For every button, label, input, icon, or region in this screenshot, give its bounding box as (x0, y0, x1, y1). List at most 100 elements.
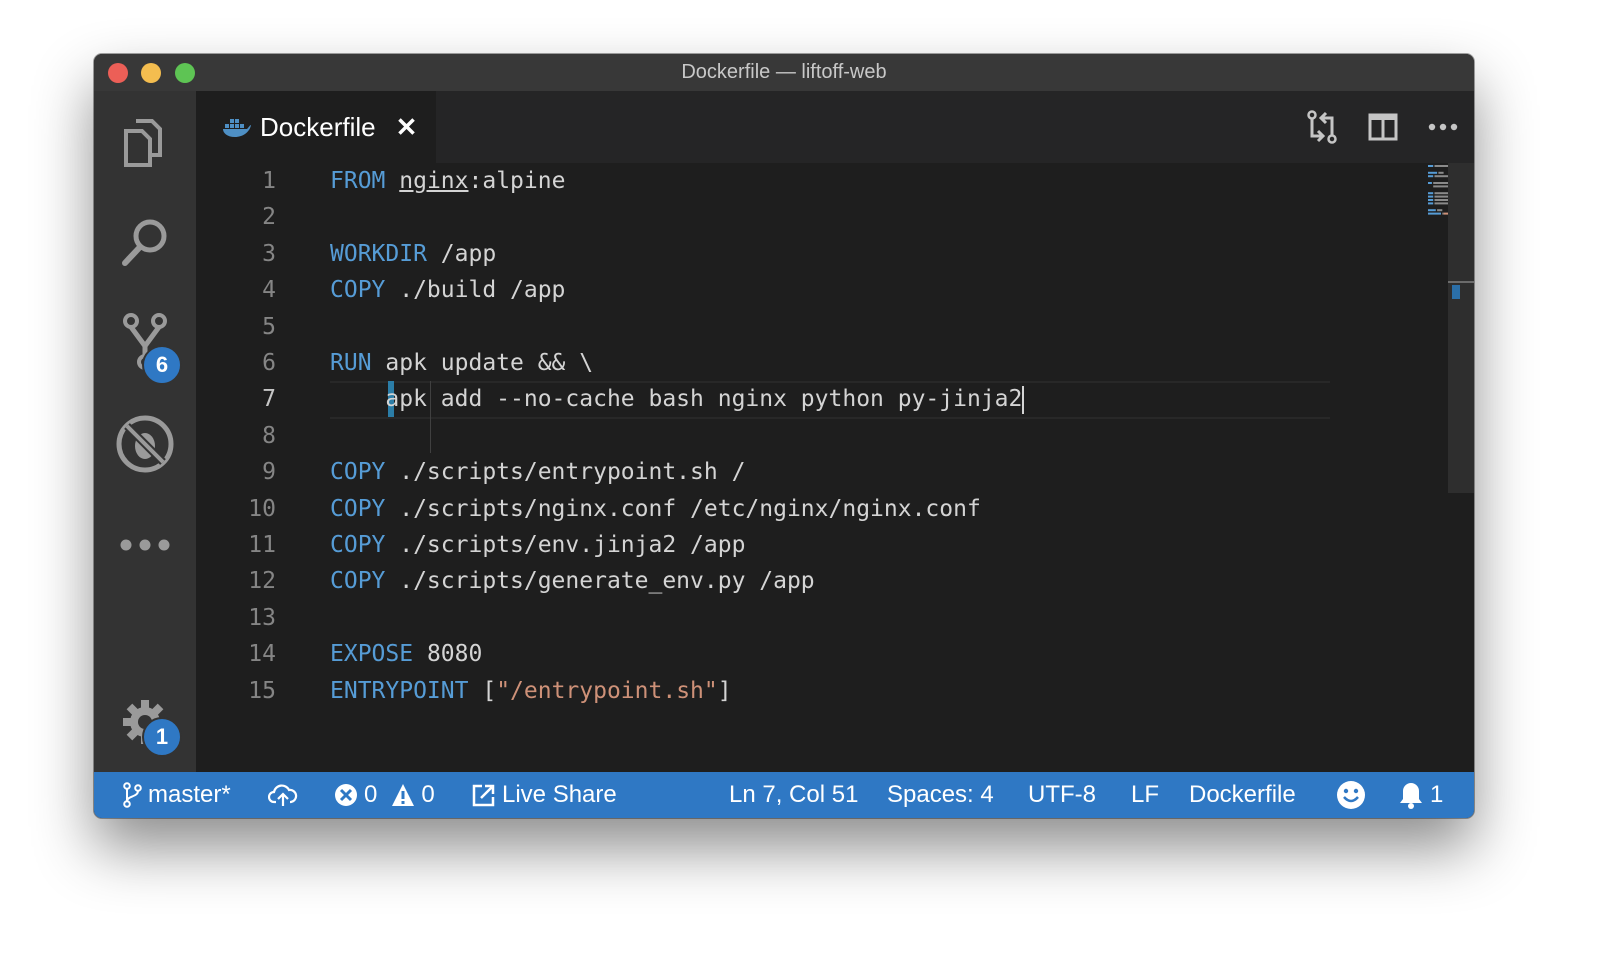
line-code: apk add --no-cache bash nginx python py-… (330, 381, 1025, 417)
minimap-token (1442, 212, 1444, 215)
docker-whale-icon (223, 119, 251, 137)
activity-bar: 6 1 (94, 91, 196, 772)
cursor-position-label: Ln 7, Col 51 (729, 781, 859, 808)
status-problems[interactable]: 0 0 (334, 772, 435, 818)
bell-icon (1400, 783, 1422, 809)
text-token: ./build /app (385, 277, 566, 304)
warning-icon (392, 784, 415, 806)
window-title: Dockerfile — liftoff-web (681, 61, 887, 83)
live-share-icon (472, 784, 495, 807)
minimap-token (1428, 175, 1434, 178)
status-eol[interactable]: LF (1131, 772, 1159, 818)
line-number: 5 (262, 313, 276, 340)
line-code: COPY ./build /app (330, 272, 565, 308)
activity-more[interactable] (94, 510, 196, 580)
text-token: 8080 (413, 641, 483, 668)
text-token: ./scripts/env.jinja2 /app (385, 532, 746, 558)
minimap-token (1428, 195, 1434, 198)
text-cursor (1022, 385, 1025, 414)
live-share-label: Live Share (502, 781, 617, 808)
status-bar: master* 0 0 Live Share Ln 7, Col 51 Spac… (94, 772, 1474, 818)
keyword-token: WORKDIR (330, 240, 427, 267)
text-token: ./scripts/entrypoint.sh / (385, 459, 746, 486)
activity-settings[interactable]: 1 (94, 687, 196, 757)
line-number: 2 (262, 204, 276, 231)
text-token: [ (468, 677, 497, 704)
keyword-token: EXPOSE (330, 641, 414, 668)
line-code: WORKDIR /app (330, 236, 496, 272)
status-sync[interactable] (268, 772, 298, 818)
keyword-token: RUN (330, 350, 372, 376)
files-icon (124, 119, 162, 167)
editor-actions (1306, 91, 1458, 163)
line-code: RUN apk update && \ (330, 345, 593, 381)
activity-search[interactable] (94, 207, 196, 277)
line-number: 10 (248, 495, 276, 522)
scrollbar-thumb[interactable] (1448, 163, 1474, 493)
notification-count: 1 (1430, 781, 1444, 808)
line-number: 7 (262, 386, 276, 413)
line-number: 12 (248, 568, 276, 595)
minimap-token (1428, 212, 1441, 215)
text-token: ./scripts/generate_env.py /app (385, 568, 815, 595)
text-token: apk add --no-cache bash nginx python py-… (330, 386, 1023, 413)
tab-label: Dockerfile (260, 111, 376, 142)
line-number: 11 (248, 532, 276, 558)
minimap-token (1428, 171, 1438, 174)
minimap-token (1428, 199, 1434, 201)
keyword-token: COPY (330, 532, 386, 558)
status-live-share[interactable]: Live Share (472, 772, 617, 818)
split-editor-icon[interactable] (1368, 113, 1398, 141)
language-label: Dockerfile (1189, 781, 1296, 808)
keyword-token: COPY (330, 495, 386, 522)
line-number: 14 (248, 641, 276, 668)
warning-count: 0 (421, 781, 435, 808)
activity-explorer[interactable] (94, 108, 196, 178)
more-actions-icon[interactable] (1428, 123, 1458, 131)
line-code: FROM nginx:alpine (330, 163, 565, 199)
string-token: "/entrypoint.sh" (496, 677, 718, 704)
line-number: 9 (262, 459, 276, 486)
line-code: EXPOSE 8080 (330, 636, 482, 672)
minimap-token (1437, 209, 1443, 212)
status-language[interactable]: Dockerfile (1189, 772, 1296, 818)
settings-badge: 1 (142, 717, 182, 757)
status-feedback[interactable] (1336, 772, 1366, 818)
eol-label: LF (1131, 781, 1160, 808)
activity-debug[interactable] (94, 409, 196, 479)
minimap-token (1428, 182, 1432, 184)
status-notifications[interactable]: 1 (1398, 772, 1443, 818)
text-token: nginx (399, 168, 469, 194)
line-code: COPY ./scripts/entrypoint.sh / (330, 454, 745, 490)
line-number: 6 (262, 350, 276, 376)
ellipsis-icon (120, 539, 170, 551)
open-changes-icon[interactable] (1306, 110, 1338, 144)
tabs-bar: Dockerfile ✕ (196, 91, 1474, 163)
status-cursor-position[interactable]: Ln 7, Col 51 (729, 772, 858, 818)
branch-name: master* (148, 781, 231, 808)
vertical-scrollbar[interactable] (1448, 163, 1474, 772)
tab-dockerfile[interactable]: Dockerfile ✕ (196, 91, 436, 163)
keyword-token: COPY (330, 568, 386, 595)
line-number: 1 (262, 168, 276, 194)
status-encoding[interactable]: UTF-8 (1028, 772, 1096, 818)
line-number: 15 (248, 677, 276, 704)
activity-source-control[interactable]: 6 (94, 307, 196, 385)
line-code: COPY ./scripts/generate_env.py /app (330, 563, 815, 599)
minimap-token (1438, 171, 1444, 174)
encoding-label: UTF-8 (1028, 781, 1096, 808)
status-branch[interactable]: master* (122, 772, 231, 818)
text-token: ] (717, 677, 732, 704)
overview-ruler-line (1448, 281, 1474, 283)
vscode-window: Dockerfile — liftoff-web 6 1 Dockerfile … (94, 54, 1474, 818)
text-token: /app (426, 240, 497, 267)
line-code: COPY ./scripts/env.jinja2 /app (330, 527, 745, 563)
line-number: 13 (248, 604, 276, 631)
keyword-token: COPY (330, 277, 386, 304)
line-number: 3 (262, 240, 276, 267)
minimap-token (1428, 209, 1436, 212)
close-tab-icon[interactable]: ✕ (396, 112, 418, 143)
status-indentation[interactable]: Spaces: 4 (887, 772, 994, 818)
search-icon (122, 219, 167, 266)
code-editor[interactable]: 1 FROM nginx:alpine 2 3 WORKDIR /app 4 COPY ./… (196, 163, 1474, 772)
